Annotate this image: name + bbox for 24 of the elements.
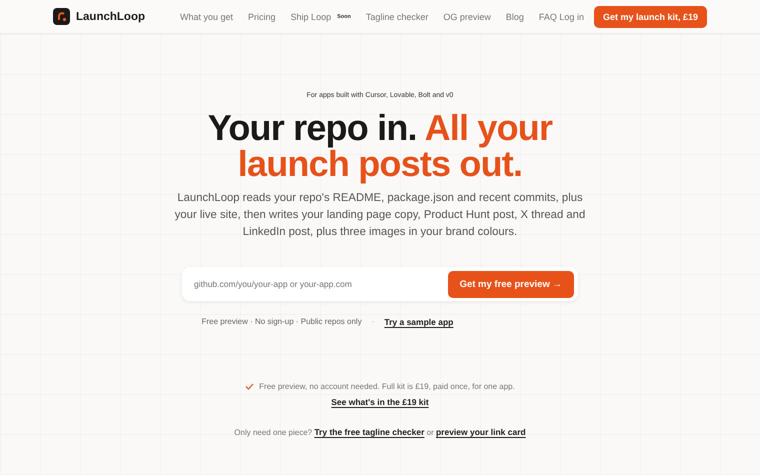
free-preview-button[interactable]: Get my free preview → — [448, 270, 574, 298]
nav-link[interactable]: What you get — [180, 12, 234, 22]
tagline-checker-link[interactable]: Try the free tagline checker — [314, 427, 424, 437]
preview-note: Free preview · No sign-up · Public repos only — [202, 317, 362, 327]
nav-link[interactable]: Tagline checker — [366, 12, 428, 22]
logo-icon — [53, 8, 70, 25]
cross-sell-text: Only need one piece? Try the free tagline checker or preview your link card — [234, 427, 526, 437]
sample-app-link[interactable]: Try a sample app — [384, 317, 454, 327]
nav-link[interactable]: OG preview — [443, 12, 491, 22]
separator-dot: · — [372, 317, 374, 327]
nav-link[interactable]: Ship Loop — [290, 12, 332, 22]
brand-name: LaunchLoop — [76, 10, 145, 22]
repo-url-field[interactable]: github.com/you/your-app or your-app.com Get my free preview → — [182, 267, 578, 301]
link-card-link[interactable]: preview your link card — [436, 427, 526, 437]
pricing-note: Free preview, no account needed. Full kit is £19, paid once, for one app. — [259, 382, 515, 391]
nav-link[interactable]: FAQ — [538, 12, 557, 22]
kit-link[interactable]: See what's in the £19 kit — [331, 397, 429, 407]
headline: Your repo in. All your launch posts out. — [206, 110, 554, 182]
launch-kit-button[interactable]: Get my launch kit, £19 — [594, 6, 707, 28]
login-link[interactable]: Log in — [559, 12, 584, 22]
check-icon — [245, 383, 254, 390]
nav-link[interactable]: Blog — [506, 12, 524, 22]
nav-link[interactable]: Pricing — [248, 12, 276, 22]
description-text: LaunchLoop reads your repo's README, package.json and recent commits, plus your live site, then writes your landing page copy, Product Hunt post, X thread and LinkedIn post, plus three images in your brand colours. — [174, 191, 586, 240]
